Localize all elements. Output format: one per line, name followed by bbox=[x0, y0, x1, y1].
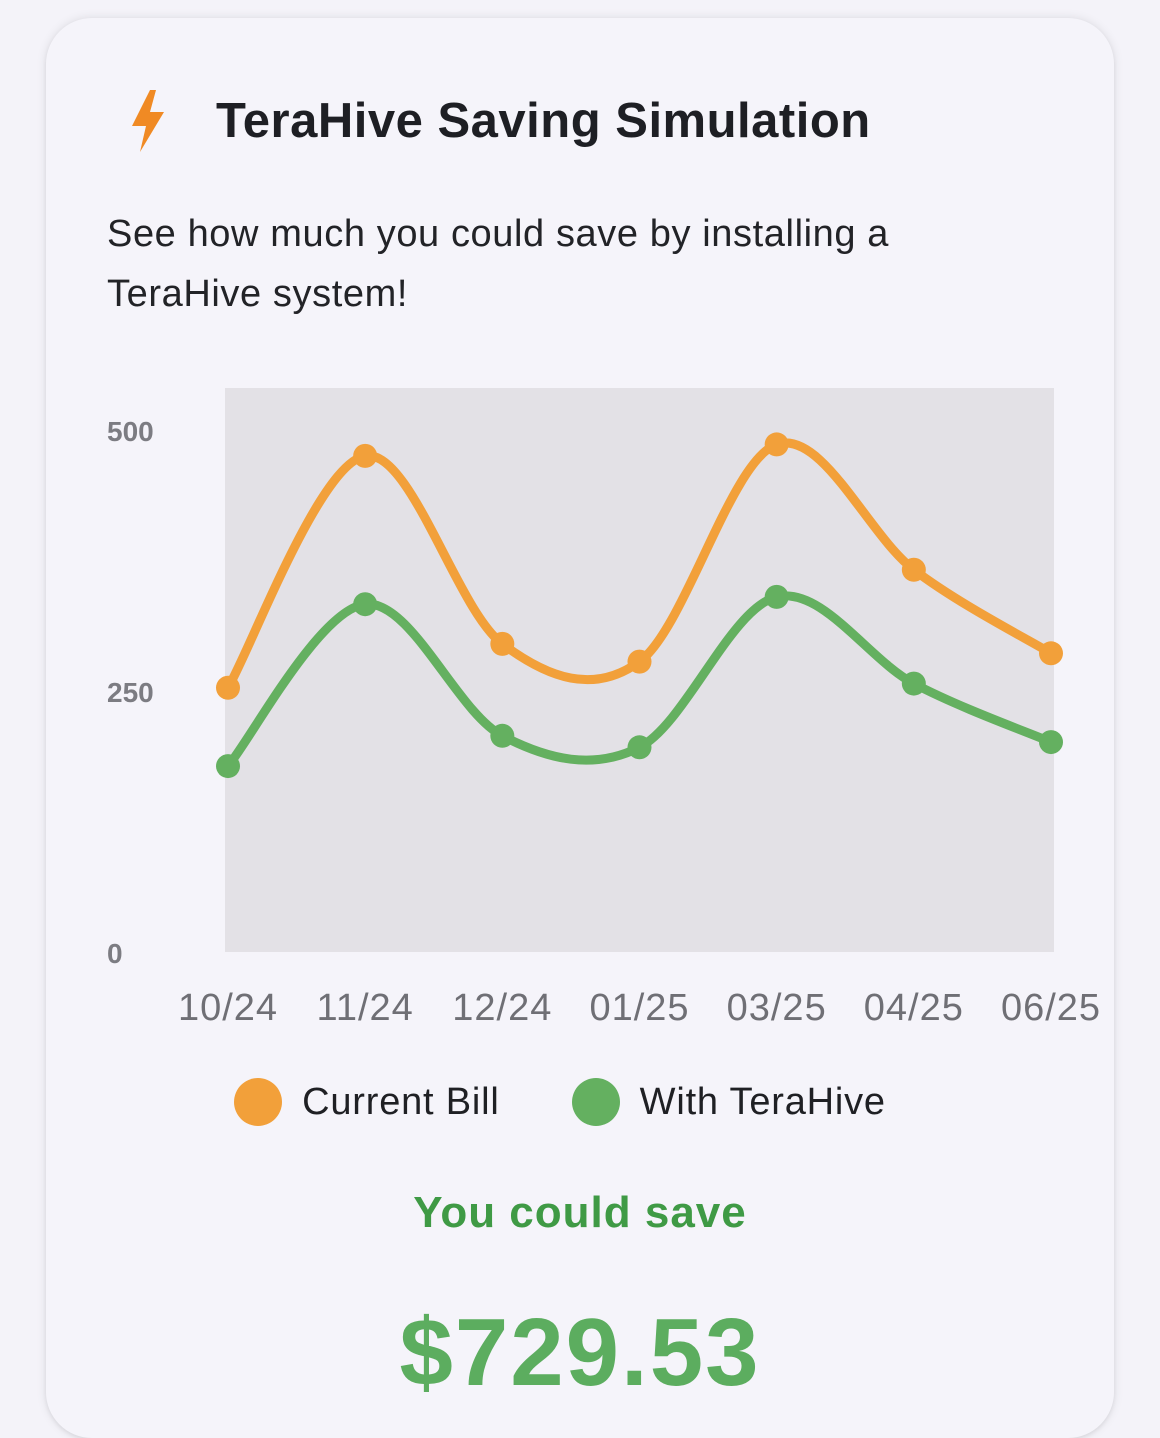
data-point-current-bill bbox=[627, 649, 652, 674]
data-point-current-bill bbox=[901, 557, 926, 582]
x-tick-label: 01/25 bbox=[589, 987, 689, 1029]
legend-label-with-terahive: With TeraHive bbox=[639, 1080, 886, 1123]
data-point-with-terahive bbox=[627, 735, 652, 760]
legend-swatch-with-terahive bbox=[571, 1078, 620, 1126]
data-point-with-terahive bbox=[353, 592, 378, 617]
savings-amount: $729.53 bbox=[399, 1299, 761, 1406]
y-tick-label: 500 bbox=[107, 416, 154, 447]
saving-simulation-card: TeraHive Saving Simulation See how much … bbox=[46, 18, 1114, 1438]
chart-legend: Current Bill With TeraHive bbox=[26, 1078, 1094, 1126]
x-tick-label: 12/24 bbox=[452, 987, 552, 1029]
data-point-with-terahive bbox=[764, 584, 789, 609]
legend-label-current-bill: Current Bill bbox=[302, 1080, 500, 1123]
data-point-with-terahive bbox=[901, 671, 926, 696]
x-tick-label: 11/24 bbox=[317, 987, 414, 1029]
data-point-current-bill bbox=[216, 675, 240, 700]
savings-label: You could save bbox=[413, 1188, 747, 1237]
data-point-current-bill bbox=[1039, 641, 1063, 666]
data-point-current-bill bbox=[764, 432, 789, 457]
x-tick-label: 10/24 bbox=[178, 987, 278, 1029]
data-point-current-bill bbox=[490, 631, 515, 656]
data-point-with-terahive bbox=[490, 723, 515, 748]
legend-item-current-bill[interactable]: Current Bill bbox=[234, 1078, 500, 1126]
savings-line-chart: 0 250 500 10/24 11/24 12/24 01/25 03/25 04/25 06/… bbox=[107, 388, 1101, 1029]
data-point-with-terahive bbox=[216, 754, 240, 779]
x-tick-label: 03/25 bbox=[727, 987, 827, 1029]
legend-item-with-terahive[interactable]: With TeraHive bbox=[571, 1078, 886, 1126]
legend-swatch-current-bill bbox=[234, 1078, 283, 1126]
data-point-with-terahive bbox=[1039, 730, 1063, 755]
x-tick-label: 06/25 bbox=[1001, 987, 1101, 1029]
y-tick-label: 0 bbox=[107, 938, 123, 969]
x-tick-label: 04/25 bbox=[864, 987, 964, 1029]
data-point-current-bill bbox=[353, 443, 378, 468]
y-tick-label: 250 bbox=[107, 677, 154, 708]
